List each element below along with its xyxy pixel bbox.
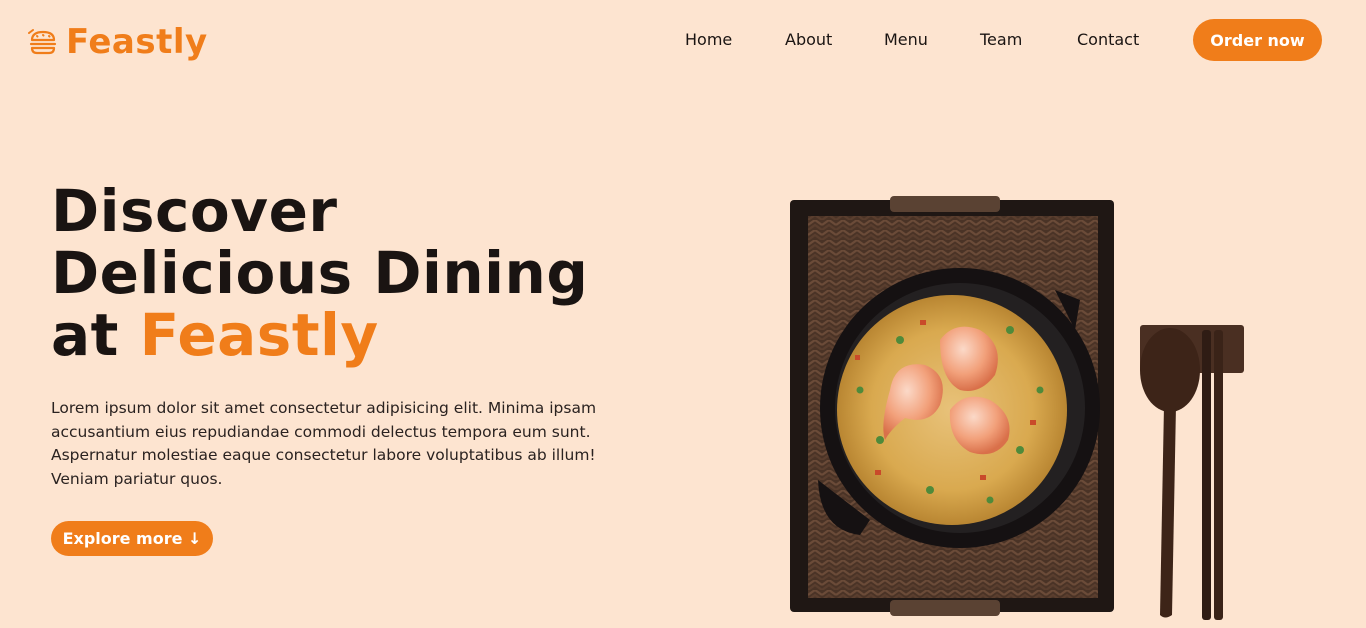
nav-menu[interactable]: Menu (884, 28, 928, 52)
nav-about[interactable]: About (785, 28, 832, 52)
explore-more-button[interactable]: Explore more ↓ (51, 521, 213, 556)
hero-description: Lorem ipsum dolor sit amet consectetur a… (51, 399, 597, 488)
brand-logo[interactable]: Feastly (28, 22, 208, 62)
hero-title-line1: Discover (51, 177, 338, 245)
rice-bowl (818, 268, 1100, 548)
nav-home[interactable]: Home (685, 28, 732, 52)
hero-title: Discover Delicious Dining at Feastly (51, 180, 691, 366)
burger-icon (28, 29, 57, 55)
hero-title-accent: Feastly (139, 301, 379, 369)
order-now-button[interactable]: Order now (1193, 19, 1322, 61)
chopsticks (1202, 330, 1223, 620)
wooden-spoon (1140, 325, 1244, 618)
brand-name: Feastly (66, 22, 208, 62)
hero-title-line2: Delicious Dining (51, 239, 589, 307)
nav-team[interactable]: Team (980, 28, 1022, 52)
site-header: Feastly Home About Menu Team Contact Ord… (0, 0, 1366, 82)
hero-title-line3-prefix: at (51, 301, 140, 369)
nav-contact[interactable]: Contact (1077, 28, 1139, 52)
food-image (790, 196, 1244, 620)
